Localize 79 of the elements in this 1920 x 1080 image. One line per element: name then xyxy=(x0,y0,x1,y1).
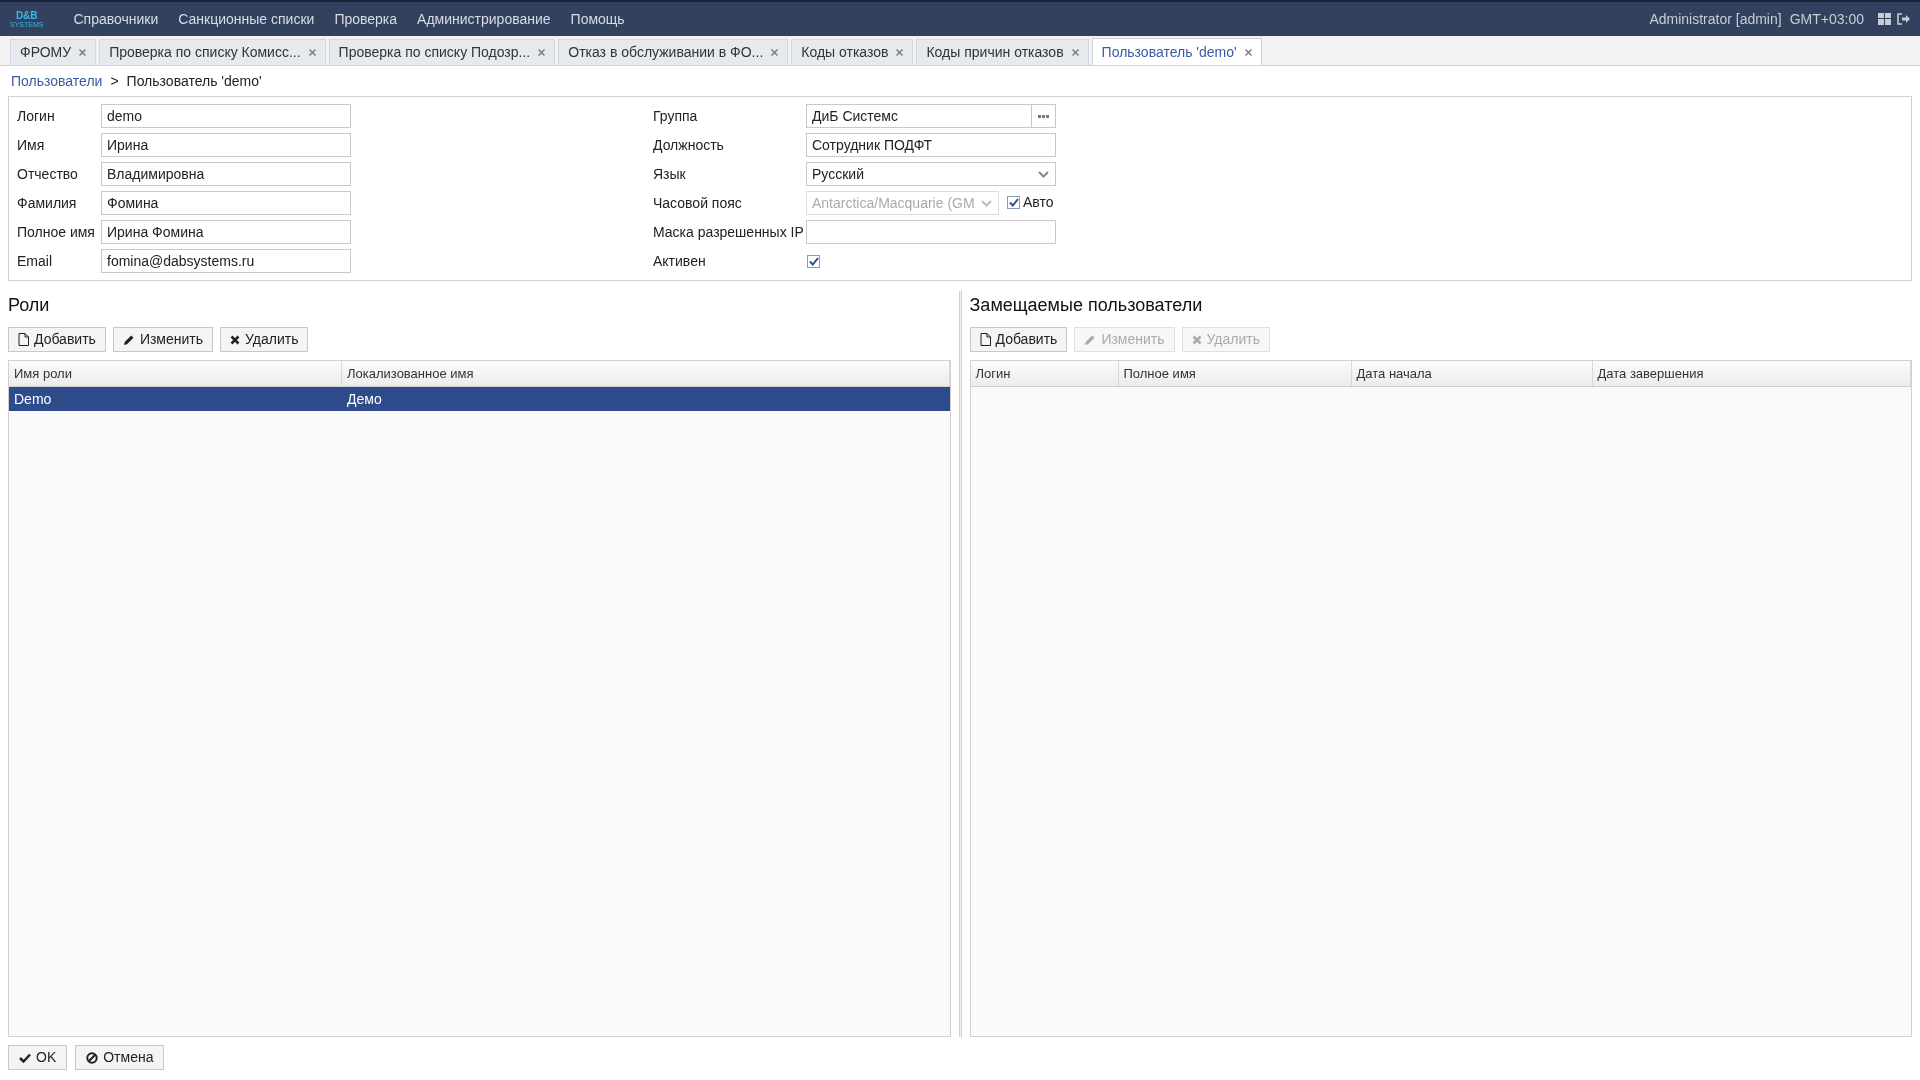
text-field[interactable]: Владимировна xyxy=(101,162,351,186)
tab[interactable]: ФРОМУ xyxy=(10,39,97,65)
field-label: Полное имя xyxy=(17,222,96,242)
field-label: Логин xyxy=(17,106,56,126)
menu-item[interactable]: Санкционные списки xyxy=(168,8,325,30)
column-header[interactable]: Имя роли xyxy=(9,361,342,386)
tab[interactable]: Проверка по списку Комисс... xyxy=(99,39,326,65)
add-button[interactable]: Добавить xyxy=(8,327,106,352)
text-field[interactable] xyxy=(806,220,1056,244)
breadcrumb-separator: > xyxy=(110,71,119,91)
field-label: Часовой пояс xyxy=(653,193,743,213)
check-icon xyxy=(808,257,819,266)
column-header[interactable]: Полное имя xyxy=(1118,361,1352,386)
user-name[interactable]: Administrator [admin] xyxy=(1649,8,1782,30)
column-header[interactable]: Дата начала xyxy=(1351,361,1593,386)
text-field[interactable]: Сотрудник ПОДФТ xyxy=(806,133,1056,157)
text-field[interactable]: Ирина Фомина xyxy=(101,220,351,244)
text-field[interactable]: Ирина xyxy=(101,133,351,157)
close-icon[interactable] xyxy=(308,49,316,56)
close-icon[interactable] xyxy=(1071,49,1079,56)
section-title: Замещаемые пользователи xyxy=(969,294,1204,317)
close-icon[interactable] xyxy=(79,49,87,56)
lookup-field[interactable]: ДиБ Системс xyxy=(806,104,1056,128)
pencil-icon xyxy=(1084,333,1097,346)
field-label: Имя xyxy=(17,135,46,155)
field-label: Email xyxy=(17,251,53,271)
checkbox[interactable] xyxy=(807,255,820,268)
ok-button[interactable]: OK xyxy=(8,1045,68,1070)
timezone-label: GMT+03:00 xyxy=(1789,9,1864,29)
menu-item[interactable]: Администрирование xyxy=(407,8,561,30)
pencil-icon xyxy=(122,333,135,346)
table-cell-text: Демо xyxy=(346,390,383,409)
section-title: Роли xyxy=(8,294,51,317)
cancel-button[interactable]: Отмена xyxy=(75,1045,165,1070)
column-header[interactable]: Локализованное имя xyxy=(342,361,950,386)
logout-icon[interactable] xyxy=(1897,13,1910,25)
field-label: Отчество xyxy=(17,164,79,184)
chevron-down-icon xyxy=(980,199,992,207)
close-icon[interactable] xyxy=(538,49,546,56)
text-field[interactable]: demo xyxy=(101,104,351,128)
field-label: Фамилия xyxy=(17,193,78,213)
delete-button[interactable]: Удалить xyxy=(220,327,309,352)
cross-icon xyxy=(1191,334,1202,345)
check-icon xyxy=(1008,197,1019,207)
menu-item[interactable]: Проверка xyxy=(324,8,408,30)
grid-icon[interactable] xyxy=(1878,13,1891,25)
dropdown[interactable]: Русский xyxy=(806,162,1056,186)
ban-icon xyxy=(86,1051,99,1064)
close-icon[interactable] xyxy=(896,49,904,56)
menu-item[interactable]: Справочники xyxy=(63,8,169,30)
cross-icon xyxy=(230,334,241,345)
field-label: Должность xyxy=(653,135,725,155)
close-icon[interactable] xyxy=(1244,48,1252,56)
document-icon xyxy=(979,333,991,346)
menu-item[interactable]: Помощь xyxy=(560,8,635,30)
table-cell-text: Demo xyxy=(13,390,53,409)
edit-button[interactable]: Изменить xyxy=(112,327,214,352)
text-field[interactable]: fomina@dabsystems.ru xyxy=(101,249,351,273)
chevron-down-icon xyxy=(1037,170,1049,178)
field-label: Маска разрешенных IP xyxy=(653,222,805,242)
text-field[interactable]: Фомина xyxy=(101,191,351,215)
tab[interactable]: Проверка по списку Подозр... xyxy=(328,39,556,65)
check-icon xyxy=(19,1052,31,1063)
close-icon[interactable] xyxy=(771,49,779,56)
tab[interactable]: Коды отказов xyxy=(791,39,914,65)
breadcrumb-current: Пользователь 'demo' xyxy=(126,71,262,91)
add-button[interactable]: Добавить xyxy=(969,327,1068,352)
checkbox-label: Авто xyxy=(1023,192,1054,212)
field-label: Группа xyxy=(653,106,699,126)
breadcrumb-link[interactable]: Пользователи xyxy=(11,70,103,92)
column-header[interactable]: Дата завершения xyxy=(1592,361,1911,386)
tab[interactable]: Коды причин отказов xyxy=(916,39,1089,65)
column-header[interactable]: Логин xyxy=(970,361,1119,386)
field-label: Язык xyxy=(653,164,687,184)
field-label: Активен xyxy=(653,251,707,271)
tab[interactable]: Пользователь 'demo' xyxy=(1091,38,1262,65)
document-icon xyxy=(18,333,29,346)
tab[interactable]: Отказ в обслуживании в ФО... xyxy=(558,39,789,65)
table-row[interactable]: Demo Демо xyxy=(9,387,950,411)
